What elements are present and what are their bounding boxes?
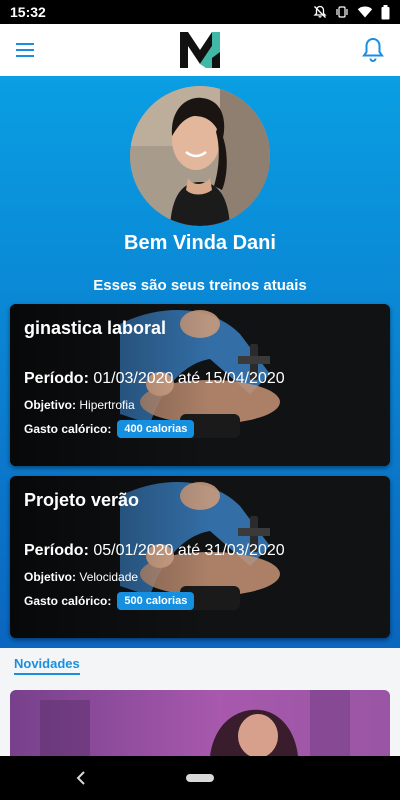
m-logo[interactable] — [178, 28, 222, 72]
wifi-icon — [357, 6, 373, 18]
status-icons — [313, 4, 390, 20]
home-pill[interactable] — [186, 774, 214, 782]
period-value: 01/03/2020 até 15/04/2020 — [93, 370, 285, 387]
goal-value: Velocidade — [79, 570, 139, 584]
workout-card[interactable]: ginastica laboral Período: 01/03/2020 at… — [10, 304, 390, 466]
status-time: 15:32 — [10, 4, 46, 20]
greeting-text: Bem Vinda Dani — [124, 232, 276, 254]
workout-calories: Gasto calórico: 400 calorias — [24, 420, 195, 438]
app-bar — [0, 24, 400, 76]
workout-calories: Gasto calórico: 500 calorias — [24, 592, 195, 610]
calories-label: Gasto calórico: — [24, 594, 112, 608]
news-card[interactable] — [10, 690, 390, 756]
goal-label: Objetivo: — [24, 398, 77, 412]
workout-goal: Objetivo: Velocidade — [24, 570, 138, 584]
avatar-photo — [130, 86, 270, 226]
status-bar: 15:32 — [0, 0, 400, 24]
avatar[interactable] — [130, 86, 270, 226]
app-screen: 15:32 Bem Vinda Dani Esses são seus trei… — [0, 0, 400, 800]
workout-card[interactable]: Projeto verão Período: 05/01/2020 até 31… — [10, 476, 390, 638]
back-icon[interactable] — [72, 768, 92, 788]
calories-badge: 500 calorias — [117, 592, 195, 610]
bell-icon[interactable] — [360, 36, 386, 64]
period-label: Período: — [24, 542, 89, 559]
goal-label: Objetivo: — [24, 570, 77, 584]
period-value: 05/01/2020 até 31/03/2020 — [93, 542, 285, 559]
workout-title: ginastica laboral — [24, 318, 167, 338]
system-nav-bar — [0, 756, 400, 800]
bell-off-icon — [313, 5, 327, 18]
goal-value: Hipertrofia — [79, 398, 135, 412]
workouts-subtitle: Esses são seus treinos atuais — [93, 277, 307, 294]
workout-period: Período: 01/03/2020 até 15/04/2020 — [24, 370, 285, 388]
battery-icon — [381, 4, 390, 19]
period-label: Período: — [24, 370, 89, 387]
news-section-link[interactable]: Novidades — [14, 656, 80, 675]
news-card-image — [10, 690, 390, 756]
hamburger-menu-icon[interactable] — [14, 39, 38, 61]
vibrate-icon — [336, 6, 348, 18]
workout-period: Período: 05/01/2020 até 31/03/2020 — [24, 542, 285, 560]
workout-title: Projeto verão — [24, 490, 140, 510]
calories-badge: 400 calorias — [117, 420, 195, 438]
workout-goal: Objetivo: Hipertrofia — [24, 398, 135, 412]
calories-label: Gasto calórico: — [24, 422, 112, 436]
hero-section: Bem Vinda Dani Esses são seus treinos at… — [0, 76, 400, 648]
